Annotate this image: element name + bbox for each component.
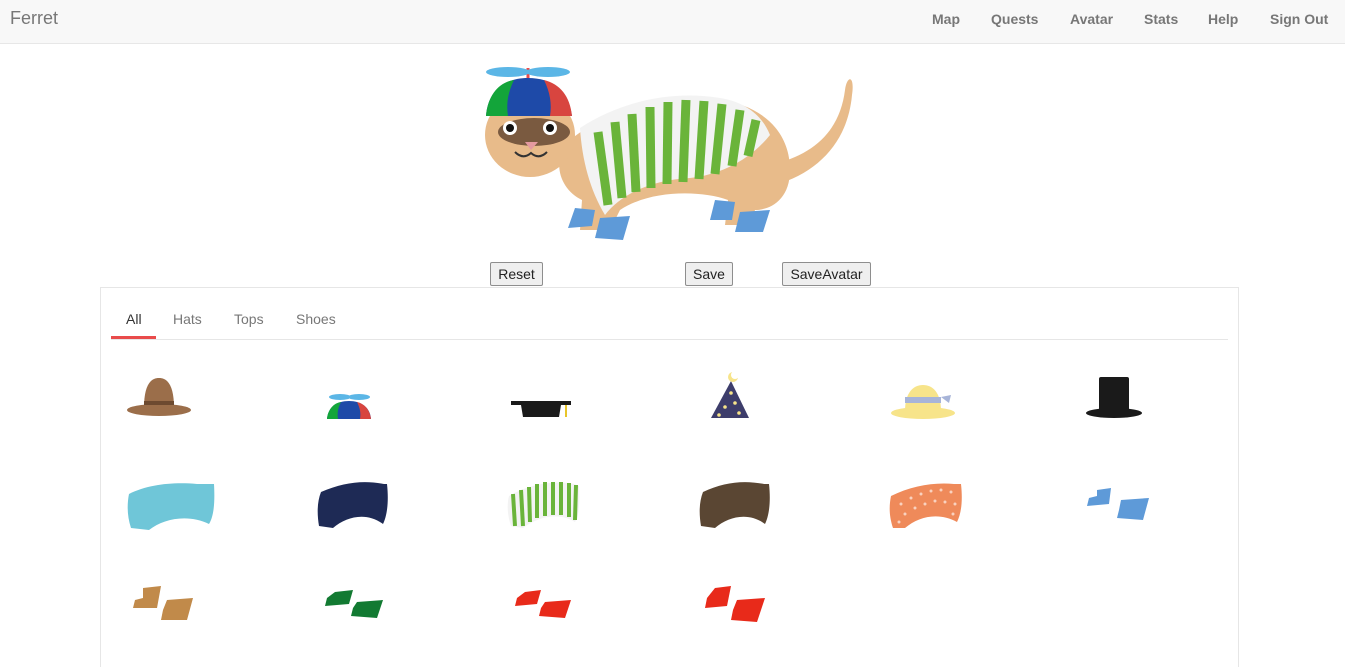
tab-shoes[interactable]: Shoes — [296, 311, 336, 327]
nav-help[interactable]: Help — [1208, 11, 1238, 27]
nav-avatar[interactable]: Avatar — [1070, 11, 1113, 27]
cowboy-hat-icon — [127, 378, 191, 416]
wizard-hat-icon — [711, 371, 749, 418]
orange-polka-top-icon — [889, 483, 962, 528]
wardrobe-item-tan-shoes[interactable] — [119, 568, 239, 648]
wardrobe-panel: All Hats Tops Shoes — [100, 287, 1239, 667]
tan-shoes-icon — [133, 586, 193, 620]
wardrobe-item-green-striped-top[interactable] — [499, 466, 619, 546]
active-tab-indicator — [111, 336, 156, 339]
green-striped-top-icon — [507, 482, 580, 528]
graduation-cap-icon — [511, 401, 571, 417]
bright-red-shoes-icon — [705, 586, 765, 622]
propeller-cap-icon — [327, 394, 371, 419]
nav-quests[interactable]: Quests — [991, 11, 1038, 27]
top-hat-icon — [1086, 377, 1142, 418]
blue-shoes-icon — [1087, 488, 1149, 520]
wardrobe-item-wizard-hat[interactable] — [689, 363, 809, 443]
tab-tops[interactable]: Tops — [234, 311, 264, 327]
ferret-avatar — [485, 67, 853, 240]
wardrobe-item-blue-shoes[interactable] — [1069, 466, 1189, 546]
wardrobe-item-orange-polka-top[interactable] — [879, 466, 999, 546]
save-avatar-button[interactable]: SaveAvatar — [782, 262, 871, 286]
wardrobe-item-red-shoes[interactable] — [499, 568, 619, 648]
wardrobe-item-light-blue-top[interactable] — [119, 466, 239, 546]
wardrobe-item-sun-hat[interactable] — [879, 363, 999, 443]
wardrobe-item-navy-top[interactable] — [309, 466, 429, 546]
wardrobe-item-bright-red-shoes[interactable] — [689, 568, 809, 648]
sun-hat-icon — [891, 385, 955, 419]
nav-stats[interactable]: Stats — [1144, 11, 1178, 27]
wardrobe-item-top-hat[interactable] — [1069, 363, 1189, 443]
wardrobe-item-green-shoes[interactable] — [309, 568, 429, 648]
wardrobe-item-propeller-cap[interactable] — [309, 363, 429, 443]
nav-map[interactable]: Map — [932, 11, 960, 27]
nav-sign-out[interactable]: Sign Out — [1270, 11, 1328, 27]
navbar: Ferret Map Quests Avatar Stats Help Sign… — [0, 0, 1345, 44]
red-shoes-icon — [515, 590, 571, 618]
save-button[interactable]: Save — [685, 262, 733, 286]
brand-name[interactable]: Ferret — [10, 8, 58, 29]
wardrobe-item-cowboy-hat[interactable] — [119, 363, 239, 443]
wardrobe-tabs: All Hats Tops Shoes — [111, 288, 1228, 340]
tab-hats[interactable]: Hats — [173, 311, 202, 327]
wardrobe-item-graduation-cap[interactable] — [499, 363, 619, 443]
light-blue-top-icon — [127, 483, 215, 530]
brown-top-icon — [699, 482, 770, 528]
wardrobe-item-brown-top[interactable] — [689, 466, 809, 546]
navy-top-icon — [317, 482, 388, 528]
tab-all[interactable]: All — [126, 311, 142, 327]
green-shoes-icon — [325, 590, 383, 618]
reset-button[interactable]: Reset — [490, 262, 543, 286]
